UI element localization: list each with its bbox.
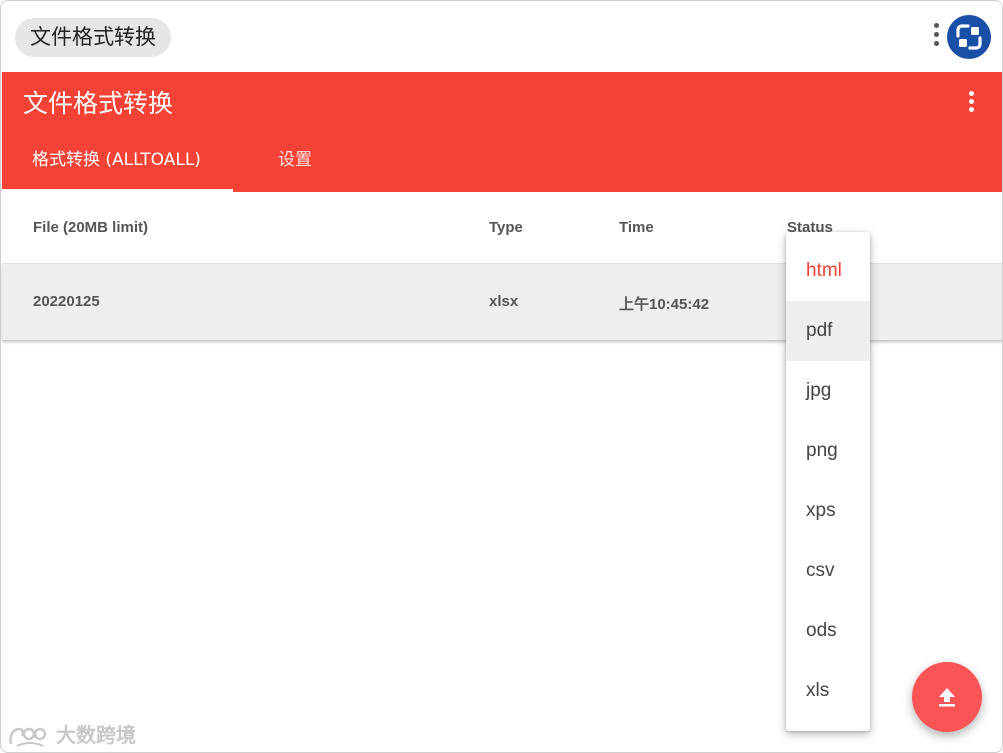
watermark: 大数跨境 xyxy=(7,720,136,750)
page-title: 文件格式转换 xyxy=(23,89,174,118)
tab-settings[interactable]: 设置 xyxy=(278,144,312,190)
format-option-html[interactable]: html xyxy=(786,241,870,301)
format-option-pdf[interactable]: pdf xyxy=(786,301,870,361)
column-header-time: Time xyxy=(619,219,654,236)
format-option-ods[interactable]: ods xyxy=(786,601,870,661)
upload-button[interactable] xyxy=(912,662,982,732)
window-title: 文件格式转换 xyxy=(15,18,171,57)
time-cell: 上午10:45:42 xyxy=(619,296,710,313)
tab-convert[interactable]: 格式转换 (ALLTOALL) xyxy=(32,144,201,190)
format-option-csv[interactable]: csv xyxy=(786,541,870,601)
window-more-icon[interactable] xyxy=(929,23,943,53)
column-header-type: Type xyxy=(489,219,523,236)
format-dropdown-menu: html pdf jpg png xps csv ods xls xyxy=(786,232,870,731)
file-type-cell: xlsx xyxy=(489,293,519,310)
file-name-cell: 20220125 xyxy=(33,293,100,310)
column-header-file: File (20MB limit) xyxy=(33,219,149,236)
app-window: 文件格式转换 文件格式转换 格式转换 (ALLTOALL) 设置 File (2… xyxy=(0,0,1003,753)
app-header: 文件格式转换 格式转换 (ALLTOALL) 设置 xyxy=(2,72,1002,192)
more-options-icon[interactable] xyxy=(965,91,977,115)
format-option-xps[interactable]: xps xyxy=(786,481,870,541)
format-option-xls[interactable]: xls xyxy=(786,661,870,721)
watermark-text: 大数跨境 xyxy=(55,723,136,747)
title-bar: 文件格式转换 xyxy=(1,1,1002,72)
format-option-jpg[interactable]: jpg xyxy=(786,361,870,421)
app-logo-icon[interactable] xyxy=(947,15,991,59)
upload-icon xyxy=(939,688,955,707)
format-option-png[interactable]: png xyxy=(786,421,870,481)
watermark-logo-icon xyxy=(9,727,47,747)
